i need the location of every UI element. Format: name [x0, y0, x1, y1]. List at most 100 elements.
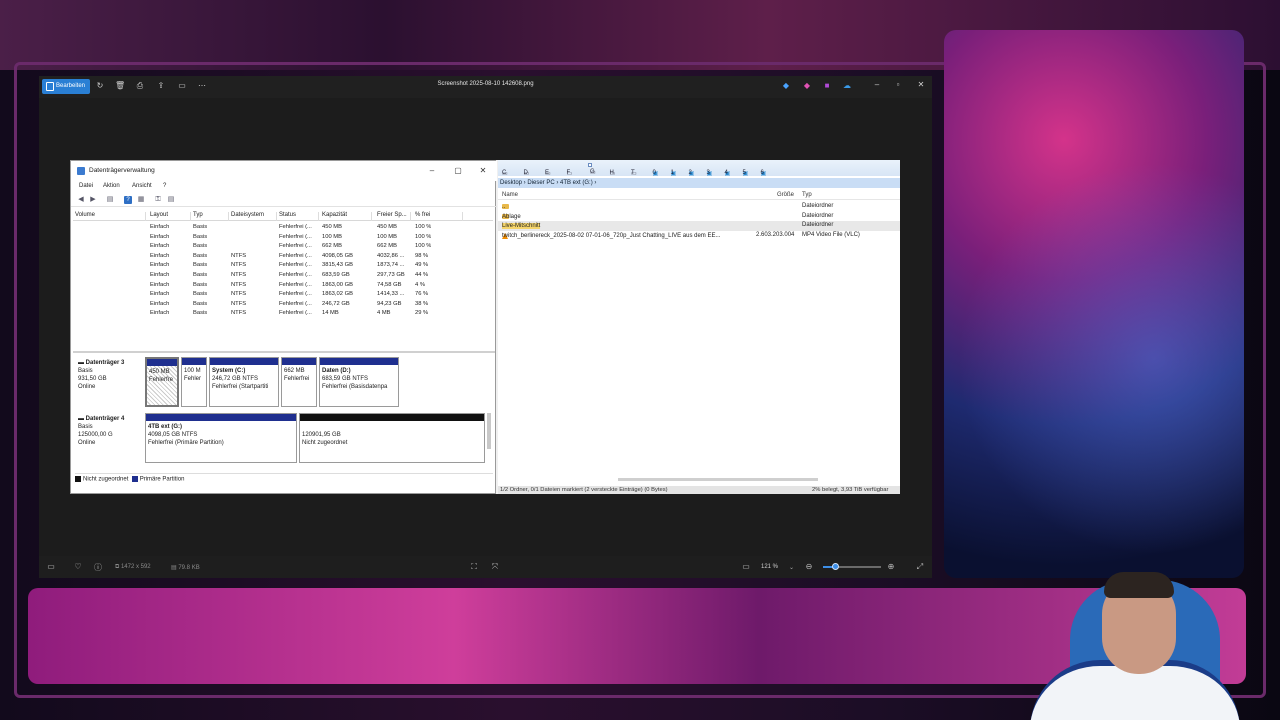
clipchamp-icon[interactable]: ■: [822, 81, 832, 91]
col-volume[interactable]: Volume: [73, 212, 146, 221]
volume-cell-cap: 683,59 GB: [322, 272, 350, 278]
list-icon[interactable]: ▤: [106, 196, 114, 204]
onedrive-icon[interactable]: ☁: [842, 81, 852, 91]
pane-splitter[interactable]: [73, 351, 495, 353]
disk-pane-scrollbar[interactable]: [487, 413, 491, 449]
volume-cell-free: 74,58 GB: [377, 281, 402, 288]
volume-row[interactable]: (Datenträger 3 Par...EinfachBasisFehlerf…: [73, 223, 493, 233]
volume-cell-pct: 100 %: [415, 243, 432, 250]
back-icon[interactable]: ◀: [77, 196, 85, 204]
volume-row[interactable]: Sicherung (H:)EinfachBasisNTFSFehlerfrei…: [73, 290, 493, 300]
filmstrip-icon[interactable]: ▭: [46, 562, 56, 571]
legend-primary-swatch: [131, 476, 138, 482]
displayed-image: Datenträgerverwaltung – ▢ ✕ Datei Aktion…: [70, 160, 900, 494]
drive-label: H: [609, 170, 614, 176]
col-kapazitat[interactable]: Kapazität: [320, 212, 372, 221]
info-circle-icon[interactable]: ⓘ: [93, 562, 103, 573]
volume-cell-free: 94,23 GB: [377, 300, 402, 307]
drive-label: C: [502, 170, 507, 176]
disk4-info[interactable]: ▬ Datenträger 4 Basis 125000,00 G Online: [75, 413, 143, 463]
disk3-part-1[interactable]: 450 MB Fehlerfre: [145, 357, 179, 407]
volume-cell-pct: 76 %: [415, 291, 429, 298]
forward-icon[interactable]: ▶: [89, 196, 97, 204]
dm-legend: Nicht zugeordnet Primäre Partition: [75, 473, 493, 485]
drive-label: F: [566, 170, 571, 176]
actual-size-icon[interactable]: ▭: [741, 562, 751, 571]
fullscreen-icon[interactable]: ⤢: [915, 562, 925, 572]
maximize-button[interactable]: ▫: [892, 80, 904, 89]
file-name: Live-Mitschnitt: [502, 223, 541, 230]
volume-row[interactable]: Termp (T:)EinfachBasisNTFSFehlerfrei (..…: [73, 309, 493, 319]
menu-datei[interactable]: Datei: [79, 183, 93, 189]
file-type: MP4 Video File (VLC): [802, 231, 860, 238]
crop-icon[interactable]: ⤧: [490, 562, 500, 572]
col-type[interactable]: Typ: [802, 192, 812, 198]
favorite-icon[interactable]: ♡: [73, 562, 83, 571]
zoom-level[interactable]: 121 %: [761, 564, 778, 570]
view-icon[interactable]: ▤: [167, 196, 175, 204]
file-row[interactable]: Ablage Dateiordner: [498, 212, 900, 222]
disk4-part-ext[interactable]: 4TB ext (G:) 4098,05 GB NTFS Fehlerfrei (P…: [145, 413, 297, 463]
file-manager-window: ▭ C ▭ D ▭ E ▭ F ▭ G ▭ H ▭ T ▣ 0 ▣ 1 ▣ 2 ▣ 3 ▣ 4 ▣ 5 ▣…: [498, 160, 900, 494]
properties-icon[interactable]: ▦: [137, 196, 145, 204]
ai-icon[interactable]: ◆: [781, 81, 791, 91]
col-typ[interactable]: Typ: [191, 212, 229, 221]
file-row[interactable]: .. Dateiordner: [498, 202, 900, 212]
volume-cell-free: 297,73 GB: [377, 272, 405, 278]
volume-cell-pct: 38 %: [415, 300, 429, 307]
menu-aktion[interactable]: Aktion: [103, 183, 120, 189]
help-icon[interactable]: ?: [124, 196, 132, 204]
disk3-part-system[interactable]: System (C:) 246,72 GB NTFS Fehlerfrei (Sta…: [209, 357, 279, 407]
drive-button-g[interactable]: ▭ G: [588, 163, 596, 176]
volume-cell-layout: Einfach: [150, 310, 170, 317]
volume-cell-layout: Einfach: [150, 281, 170, 288]
disk3-part-daten[interactable]: Daten (D:) 683,59 GB NTFS Fehlerfrei (Basi…: [319, 357, 399, 407]
status-free-space: 2% belegt, 3,93 TiB verfügbar: [812, 487, 889, 493]
col-dateisystem[interactable]: Dateisystem: [229, 212, 277, 221]
volume-cell-fs: NTFS: [231, 291, 247, 298]
volume-cell-fs: NTFS: [231, 262, 247, 269]
zoom-in-icon[interactable]: ⊕: [886, 562, 896, 571]
volume-row[interactable]: Daten (D:)EinfachBasisNTFSFehlerfrei (..…: [73, 271, 493, 281]
volume-cell-free: 1414,33 ...: [377, 291, 405, 298]
disk3-part-2[interactable]: 100 M Fehler: [181, 357, 207, 407]
dm-close-button[interactable]: ✕: [476, 161, 490, 181]
zoom-slider-thumb[interactable]: [831, 563, 839, 570]
volume-cell-fs: NTFS: [231, 252, 247, 259]
dm-maximize-button[interactable]: ▢: [451, 161, 465, 181]
menu-help[interactable]: ?: [163, 183, 166, 189]
menu-ansicht[interactable]: Ansicht: [132, 183, 152, 189]
file-row[interactable]: Live-Mitschnitt Dateiordner: [498, 221, 900, 231]
disk3-part-4[interactable]: 662 MB Fehlerfrei: [281, 357, 317, 407]
col-layout[interactable]: Layout: [148, 212, 191, 221]
volume-cell-pct: 100 %: [415, 233, 432, 240]
key-icon[interactable]: ⚿: [154, 196, 162, 204]
zoom-slider[interactable]: [823, 563, 881, 570]
dm-minimize-button[interactable]: –: [425, 161, 439, 181]
volume-cell-pct: 29 %: [415, 310, 429, 317]
volume-row[interactable]: (Datenträger 3 Par...EinfachBasisFehlerf…: [73, 233, 493, 243]
file-list-scrollbar[interactable]: [618, 478, 818, 481]
file-row[interactable]: twitch_berlinereck_2025-08-02 07-01-06_7…: [498, 231, 900, 241]
zoom-dropdown-icon[interactable]: ⌄: [789, 564, 794, 571]
col-prozent-frei[interactable]: % frei: [413, 212, 463, 221]
disk4-part-unallocated[interactable]: 120901,95 GB Nicht zugeordnet: [299, 413, 485, 463]
volume-row[interactable]: System (C:)EinfachBasisNTFSFehlerfrei (.…: [73, 300, 493, 310]
fit-icon[interactable]: ⛶: [469, 562, 479, 572]
minimize-button[interactable]: –: [871, 80, 883, 89]
copilot-icon[interactable]: ◆: [802, 81, 812, 91]
col-size[interactable]: Größe: [777, 192, 794, 198]
close-button[interactable]: ✕: [915, 80, 927, 89]
zoom-out-icon[interactable]: ⊖: [804, 562, 814, 571]
col-status[interactable]: Status: [277, 212, 319, 221]
col-name[interactable]: Name: [502, 192, 518, 198]
path-bar[interactable]: Desktop › Dieser PC › 4TB ext (G:) ›: [498, 178, 900, 188]
volume-cell-cap: 3815,43 GB: [322, 262, 353, 269]
disk3-info[interactable]: ▬ Datenträger 3 Basis 931,50 GB Online: [75, 357, 143, 407]
volume-row[interactable]: Media (E:)EinfachBasisNTFSFehlerfrei (..…: [73, 281, 493, 291]
volume-row[interactable]: 4TB ext (G:)EinfachBasisNTFSFehlerfrei (…: [73, 252, 493, 262]
volume-row[interactable]: (Datenträger 3 Par...EinfachBasisFehlerf…: [73, 242, 493, 252]
volume-cell-typ: Basis: [193, 281, 208, 288]
volume-row[interactable]: Ablage (F:)EinfachBasisNTFSFehlerfrei (.…: [73, 261, 493, 271]
col-freier[interactable]: Freier Sp...: [375, 212, 411, 221]
